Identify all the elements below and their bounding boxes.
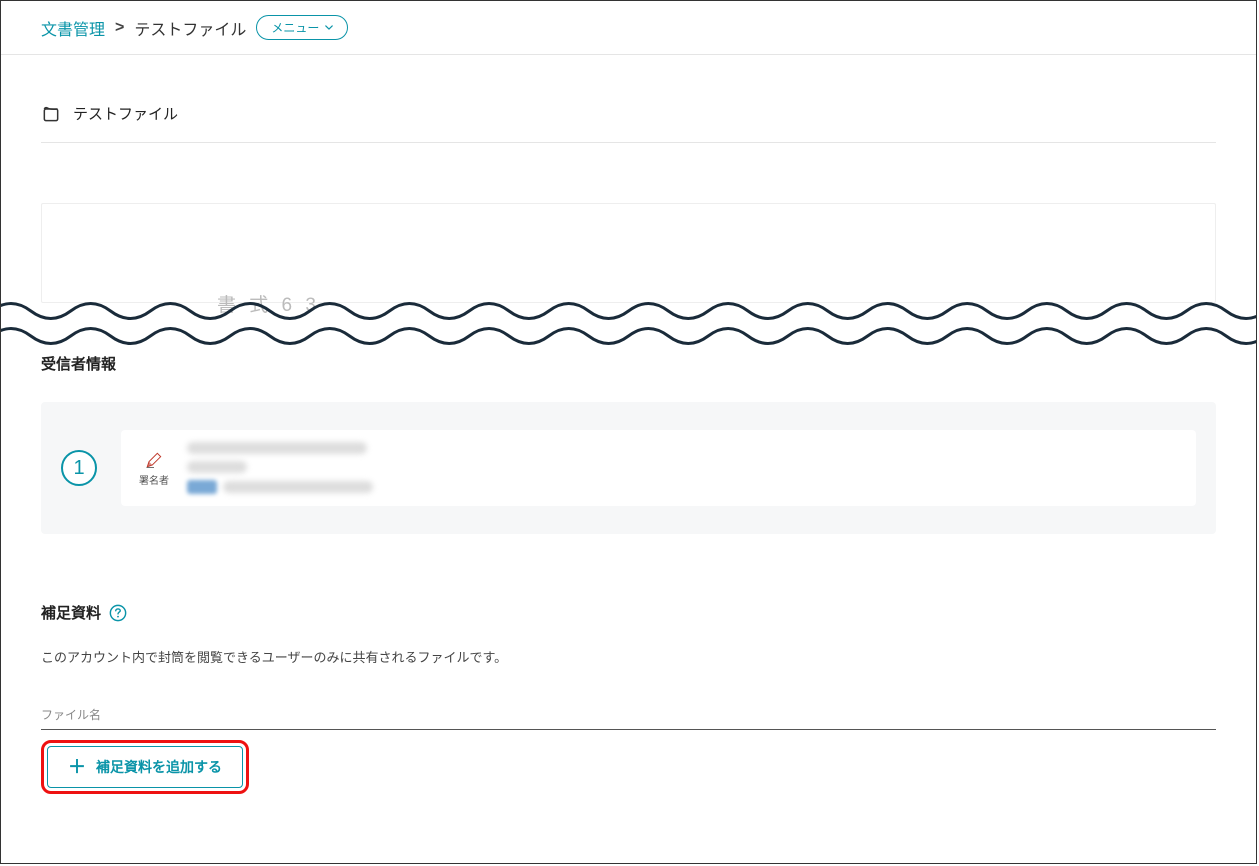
add-supplement-label: 補足資料を追加する bbox=[96, 757, 222, 777]
filename-column-header: ファイル名 bbox=[41, 706, 1216, 730]
recipient-block: 1 署名者 bbox=[41, 402, 1216, 534]
add-supplement-button[interactable]: ＋ 補足資料を追加する bbox=[47, 746, 243, 788]
recipient-card[interactable]: 署名者 bbox=[121, 430, 1196, 506]
document-preview: 書 式 6 3 bbox=[41, 203, 1216, 303]
file-title-row: テストファイル bbox=[41, 55, 1216, 143]
supplement-description: このアカウント内で封筒を閲覧できるユーザーのみに共有されるファイルです。 bbox=[41, 647, 1216, 666]
file-icon bbox=[41, 104, 61, 124]
breadcrumb-root-link[interactable]: 文書管理 bbox=[41, 16, 105, 40]
recipient-details-redacted bbox=[187, 442, 373, 494]
breadcrumb-current: テストファイル bbox=[134, 16, 246, 40]
chevron-down-icon bbox=[325, 25, 333, 30]
file-title: テストファイル bbox=[73, 103, 178, 124]
plus-icon: ＋ bbox=[68, 758, 86, 776]
breadcrumb: 文書管理 > テストファイル メニュー bbox=[1, 1, 1256, 55]
recipient-heading: 受信者情報 bbox=[41, 353, 1216, 374]
recipient-number-badge: 1 bbox=[61, 450, 97, 486]
menu-button[interactable]: メニュー bbox=[256, 15, 348, 40]
add-supplement-highlight: ＋ 補足資料を追加する bbox=[41, 740, 249, 794]
signer-label: 署名者 bbox=[139, 472, 169, 487]
pencil-icon bbox=[144, 450, 164, 470]
signer-column: 署名者 bbox=[139, 450, 169, 487]
help-icon[interactable] bbox=[109, 604, 127, 622]
document-preview-text: 書 式 6 3 bbox=[217, 290, 320, 317]
menu-button-label: メニュー bbox=[271, 19, 319, 36]
chevron-right-icon: > bbox=[115, 19, 124, 37]
supplement-heading: 補足資料 bbox=[41, 602, 101, 623]
